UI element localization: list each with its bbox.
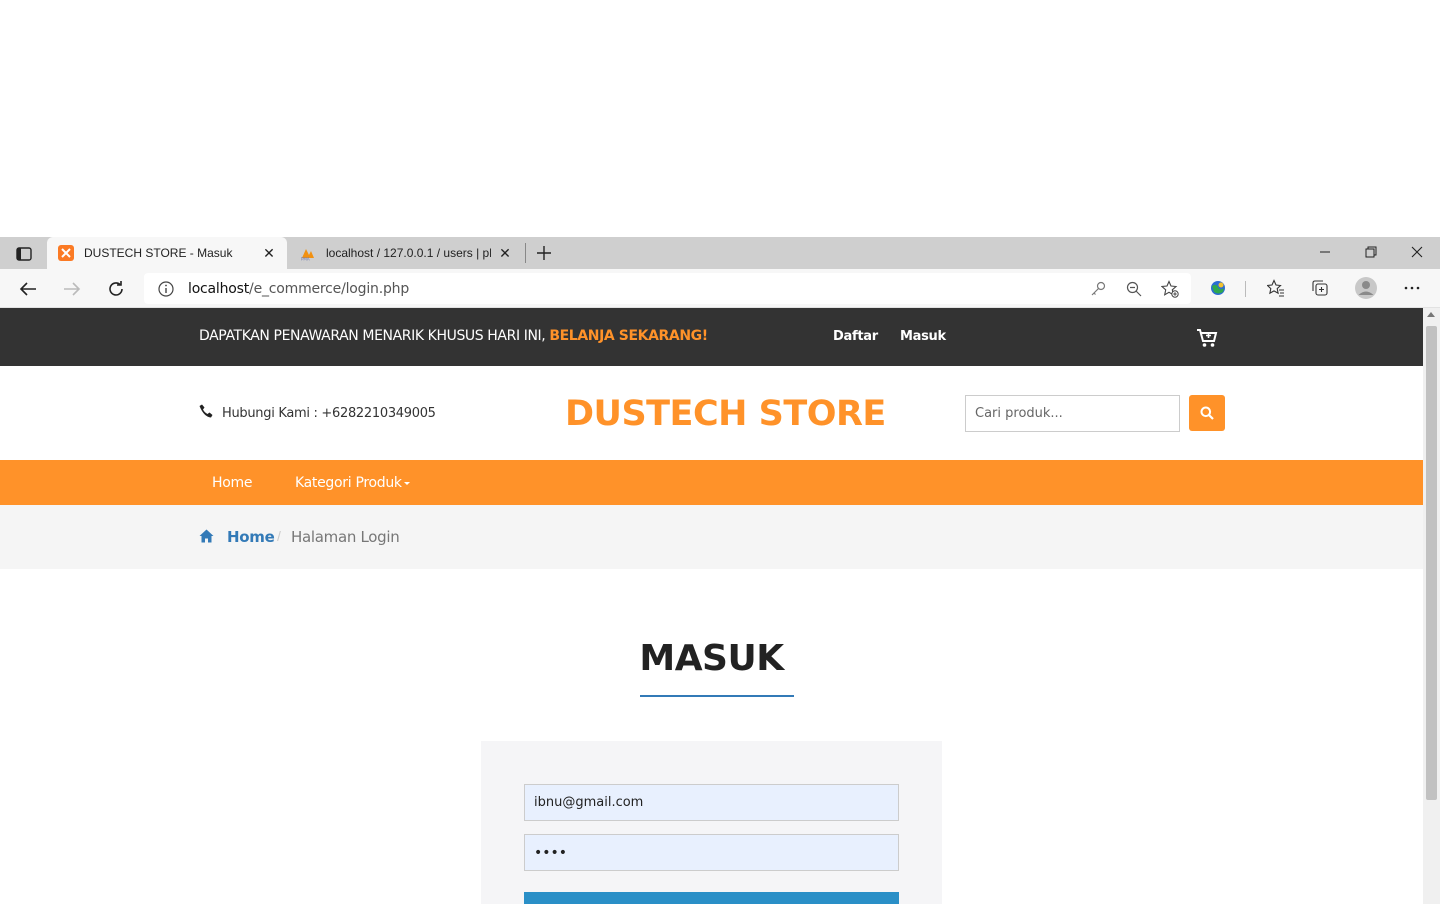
register-link[interactable]: Daftar — [833, 329, 878, 344]
add-favorite-icon[interactable] — [1160, 279, 1180, 299]
forward-button[interactable] — [58, 275, 86, 303]
plus-icon — [537, 246, 551, 260]
login-submit-button[interactable] — [524, 892, 899, 904]
nav-home[interactable]: Home — [212, 475, 252, 491]
tab-actions-button[interactable] — [10, 243, 38, 265]
scroll-thumb[interactable] — [1426, 326, 1437, 800]
page-title: MASUK — [639, 638, 784, 679]
tab-title: localhost / 127.0.0.1 / users | php — [326, 246, 491, 260]
promo-strip: DAPATKAN PENAWARAN MENARIK KHUSUS HARI I… — [0, 308, 1423, 366]
desktop-blank-area — [0, 0, 1440, 237]
site-header: Hubungi Kami : +6282210349005 DUSTECH ST… — [0, 366, 1423, 460]
breadcrumb: Home / Halaman Login — [0, 505, 1423, 569]
login-link[interactable]: Masuk — [900, 329, 946, 344]
key-icon[interactable] — [1088, 279, 1108, 299]
toolbar-divider — [1245, 281, 1246, 297]
tab-dustech-store[interactable]: DUSTECH STORE - Masuk ✕ — [47, 237, 287, 269]
minimize-icon — [1320, 251, 1330, 253]
search-input[interactable] — [965, 395, 1180, 432]
phone-icon — [199, 404, 213, 418]
email-field[interactable] — [524, 784, 899, 821]
title-underline — [640, 695, 794, 697]
breadcrumb-home-link[interactable]: Home — [227, 528, 275, 546]
restore-icon — [1365, 246, 1377, 258]
contact-info: Hubungi Kami : +6282210349005 — [222, 406, 436, 421]
site-info-icon[interactable] — [156, 279, 176, 299]
more-options-icon[interactable] — [1400, 276, 1424, 300]
svg-text:PMA: PMA — [301, 257, 310, 262]
breadcrumb-current: Halaman Login — [291, 528, 400, 546]
url-text: localhost/e_commerce/login.php — [188, 281, 410, 297]
back-button[interactable] — [14, 275, 42, 303]
refresh-icon — [109, 281, 123, 296]
close-window-button[interactable] — [1394, 237, 1440, 267]
password-field[interactable] — [524, 834, 899, 871]
minimize-button[interactable] — [1302, 237, 1348, 267]
refresh-button[interactable] — [102, 275, 130, 303]
tab-separator — [525, 243, 526, 263]
web-page: DAPATKAN PENAWARAN MENARIK KHUSUS HARI I… — [0, 308, 1423, 904]
forward-arrow-icon — [64, 282, 81, 296]
promo-text: DAPATKAN PENAWARAN MENARIK KHUSUS HARI I… — [199, 328, 708, 344]
collections-icon[interactable] — [1308, 276, 1332, 300]
brand-logo[interactable]: DUSTECH STORE — [565, 394, 886, 434]
nav-categories-dropdown[interactable]: Kategori Produk — [295, 475, 410, 491]
close-tab-icon[interactable]: ✕ — [497, 245, 513, 261]
back-arrow-icon — [19, 282, 36, 296]
shopping-cart-icon[interactable] — [1196, 328, 1218, 348]
search-button[interactable] — [1189, 395, 1225, 431]
main-navigation: Home Kategori Produk — [0, 460, 1423, 505]
home-icon — [199, 529, 214, 543]
close-icon — [1411, 246, 1423, 258]
tab-actions-icon — [16, 247, 32, 261]
search-icon — [1200, 406, 1214, 420]
caret-down-icon — [403, 481, 410, 485]
breadcrumb-separator: / — [277, 528, 281, 544]
login-form — [481, 741, 942, 904]
browser-toolbar: localhost/e_commerce/login.php — [0, 269, 1440, 308]
shop-now-link[interactable]: BELANJA SEKARANG! — [549, 328, 708, 344]
zoom-out-icon[interactable] — [1124, 279, 1144, 299]
tab-title: DUSTECH STORE - Masuk — [84, 246, 233, 260]
close-tab-icon[interactable]: ✕ — [261, 245, 277, 261]
xampp-favicon-icon — [58, 245, 74, 261]
address-bar[interactable]: localhost/e_commerce/login.php — [144, 273, 1191, 304]
extension-globe-icon[interactable] — [1206, 276, 1230, 300]
page-scrollbar[interactable] — [1423, 308, 1440, 904]
restore-button[interactable] — [1348, 237, 1394, 267]
favorites-icon[interactable] — [1264, 276, 1288, 300]
tab-phpmyadmin[interactable]: PMA localhost / 127.0.0.1 / users | php … — [289, 237, 523, 269]
new-tab-button[interactable] — [533, 243, 555, 263]
browser-tab-bar: DUSTECH STORE - Masuk ✕ PMA localhost / … — [0, 237, 1440, 269]
scroll-up-arrow-icon[interactable] — [1427, 312, 1435, 317]
profile-avatar-icon[interactable] — [1353, 275, 1379, 301]
phpmyadmin-favicon-icon: PMA — [301, 249, 314, 262]
